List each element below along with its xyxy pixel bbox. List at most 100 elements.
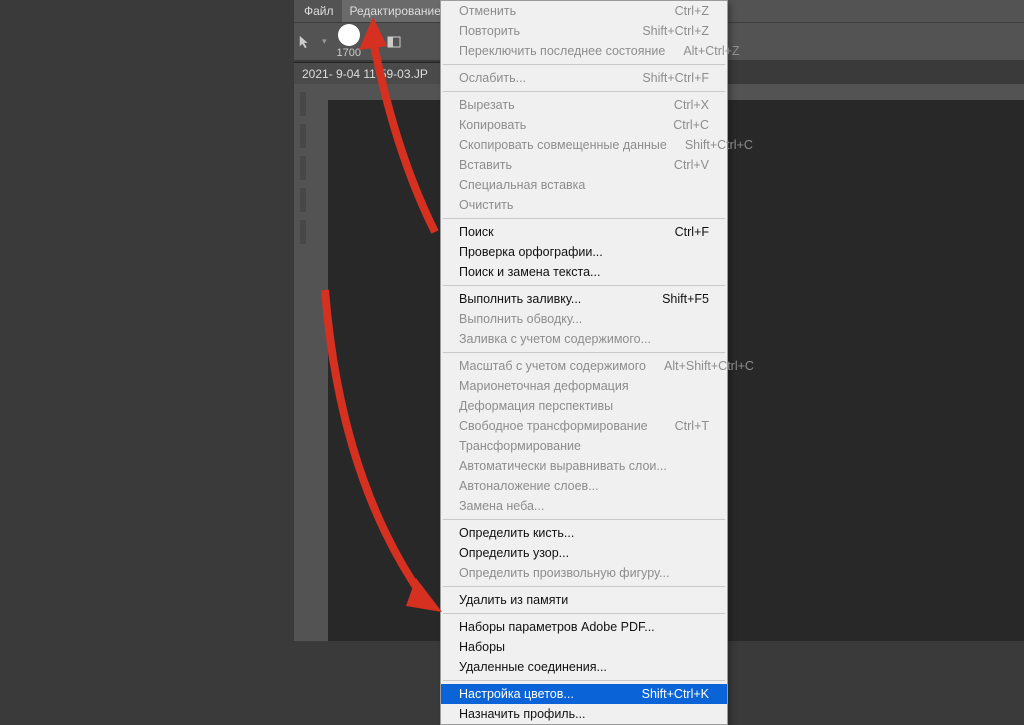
menu-item-shortcut: Ctrl+V xyxy=(674,157,709,173)
menu-item-shortcut: Alt+Ctrl+Z xyxy=(683,43,739,59)
menu-file[interactable]: Файл xyxy=(296,0,342,22)
menu-separator xyxy=(443,519,725,520)
menu-item[interactable]: Определить кисть... xyxy=(441,523,727,543)
menu-item-label: Проверка орфографии... xyxy=(459,244,603,260)
menu-item-shortcut: Shift+Ctrl+C xyxy=(685,137,753,153)
menu-item-label: Определить кисть... xyxy=(459,525,574,541)
menu-item: Вставить Ctrl+V xyxy=(441,155,727,175)
menu-item-label: Автоналожение слоев... xyxy=(459,478,599,494)
menu-item-label: Свободное трансформирование xyxy=(459,418,648,434)
document-tab[interactable]: 2021- 9-04 11-59-03.JP xyxy=(294,62,444,86)
menu-item: Копировать Ctrl+C xyxy=(441,115,727,135)
menu-item: Очистить xyxy=(441,195,727,215)
menu-separator xyxy=(443,680,725,681)
menu-item: Скопировать совмещенные данныеShift+Ctrl… xyxy=(441,135,727,155)
menu-item-shortcut: Ctrl+T xyxy=(675,418,709,434)
menu-item: Трансформирование xyxy=(441,436,727,456)
menu-item-label: Назначить профиль... xyxy=(459,706,586,722)
menu-item-label: Наборы xyxy=(459,639,505,655)
menu-separator xyxy=(443,352,725,353)
menu-item-label: Скопировать совмещенные данные xyxy=(459,137,667,153)
menu-separator xyxy=(443,613,725,614)
brush-preview-icon[interactable] xyxy=(338,24,360,46)
menu-item[interactable]: Наборы xyxy=(441,637,727,657)
menu-separator xyxy=(443,64,725,65)
brush-size-value: 1700 xyxy=(337,47,361,59)
move-cursor-icon xyxy=(298,35,312,49)
menu-item: Выполнить обводку... xyxy=(441,309,727,329)
menu-item-label: Очистить xyxy=(459,197,513,213)
menu-edit[interactable]: Редактирование xyxy=(342,0,449,22)
menu-item-shortcut: Ctrl+F xyxy=(675,224,709,240)
menu-item: Определить произвольную фигуру... xyxy=(441,563,727,583)
menu-item-label: Удаленные соединения... xyxy=(459,659,607,675)
menu-item: Деформация перспективы xyxy=(441,396,727,416)
menu-item: Ослабить... Shift+Ctrl+F xyxy=(441,68,727,88)
menu-item[interactable]: Определить узор... xyxy=(441,543,727,563)
menu-item-label: Повторить xyxy=(459,23,520,39)
menu-item: Автоналожение слоев... xyxy=(441,476,727,496)
menu-item-label: Специальная вставка xyxy=(459,177,585,193)
menu-item-label: Ослабить... xyxy=(459,70,526,86)
menu-item-label: Трансформирование xyxy=(459,438,581,454)
edit-menu-dropdown: Отменить Ctrl+Z Повторить Shift+Ctrl+Z Перек… xyxy=(440,0,728,725)
menu-item-label: Копировать xyxy=(459,117,526,133)
menu-item-label: Вставить xyxy=(459,157,512,173)
menu-item[interactable]: Удаленные соединения... xyxy=(441,657,727,677)
menu-item: Заливка с учетом содержимого... xyxy=(441,329,727,349)
menu-item[interactable]: Наборы параметров Adobe PDF... xyxy=(441,617,727,637)
menu-item-label: Поиск xyxy=(459,224,494,240)
menu-item[interactable]: Назначить профиль... xyxy=(441,704,727,724)
menu-item-label: Удалить из памяти xyxy=(459,592,568,608)
menu-item-label: Отменить xyxy=(459,3,516,19)
menu-item-label: Масштаб с учетом содержимого xyxy=(459,358,646,374)
menu-item[interactable]: Выполнить заливку... Shift+F5 xyxy=(441,289,727,309)
menu-item[interactable]: Настройка цветов... Shift+Ctrl+K xyxy=(441,684,727,704)
menu-item-label: Марионеточная деформация xyxy=(459,378,629,394)
ruler-vertical xyxy=(312,100,328,641)
menu-item: Вырезать Ctrl+X xyxy=(441,95,727,115)
tool-palette[interactable] xyxy=(294,84,312,641)
chevron-icon: ▾ xyxy=(371,36,376,47)
menu-item: Замена неба... xyxy=(441,496,727,516)
menu-item-label: Автоматически выравнивать слои... xyxy=(459,458,667,474)
menu-item[interactable]: Удалить из памяти xyxy=(441,590,727,610)
menu-item: Переключить последнее состояниеAlt+Ctrl+… xyxy=(441,41,727,61)
menu-item-label: Переключить последнее состояние xyxy=(459,43,665,59)
menu-item-shortcut: Shift+Ctrl+F xyxy=(642,70,709,86)
menu-item: Марионеточная деформация xyxy=(441,376,727,396)
menu-item-label: Определить узор... xyxy=(459,545,569,561)
menu-item-label: Выполнить обводку... xyxy=(459,311,582,327)
menu-item-label: Определить произвольную фигуру... xyxy=(459,565,669,581)
menu-item-shortcut: Ctrl+Z xyxy=(675,3,709,19)
menu-item[interactable]: Проверка орфографии... xyxy=(441,242,727,262)
menu-separator xyxy=(443,218,725,219)
panel-icon[interactable] xyxy=(386,34,402,50)
chevron-icon: ▾ xyxy=(322,36,327,47)
menu-item-shortcut: Alt+Shift+Ctrl+C xyxy=(664,358,754,374)
menu-item-label: Деформация перспективы xyxy=(459,398,613,414)
menu-item-shortcut: Ctrl+X xyxy=(674,97,709,113)
menu-item-shortcut: Shift+F5 xyxy=(662,291,709,307)
menu-item[interactable]: Поиск Ctrl+F xyxy=(441,222,727,242)
menu-item-label: Вырезать xyxy=(459,97,515,113)
menu-item[interactable]: Поиск и замена текста... xyxy=(441,262,727,282)
menu-item: Специальная вставка xyxy=(441,175,727,195)
menu-separator xyxy=(443,586,725,587)
menu-item-shortcut: Shift+Ctrl+Z xyxy=(642,23,709,39)
menu-item: Отменить Ctrl+Z xyxy=(441,1,727,21)
menu-item: Повторить Shift+Ctrl+Z xyxy=(441,21,727,41)
menu-item-label: Выполнить заливку... xyxy=(459,291,581,307)
menu-item-shortcut: Shift+Ctrl+K xyxy=(642,686,709,702)
menu-item-label: Настройка цветов... xyxy=(459,686,574,702)
menu-separator xyxy=(443,91,725,92)
menu-item-label: Заливка с учетом содержимого... xyxy=(459,331,651,347)
menu-item: Свободное трансформирование Ctrl+T xyxy=(441,416,727,436)
menu-separator xyxy=(443,285,725,286)
menu-item-shortcut: Ctrl+C xyxy=(673,117,709,133)
menu-item-label: Наборы параметров Adobe PDF... xyxy=(459,619,655,635)
menu-item-label: Поиск и замена текста... xyxy=(459,264,600,280)
menu-item: Масштаб с учетом содержимогоAlt+Shift+Ct… xyxy=(441,356,727,376)
menu-item-label: Замена неба... xyxy=(459,498,544,514)
menu-item: Автоматически выравнивать слои... xyxy=(441,456,727,476)
